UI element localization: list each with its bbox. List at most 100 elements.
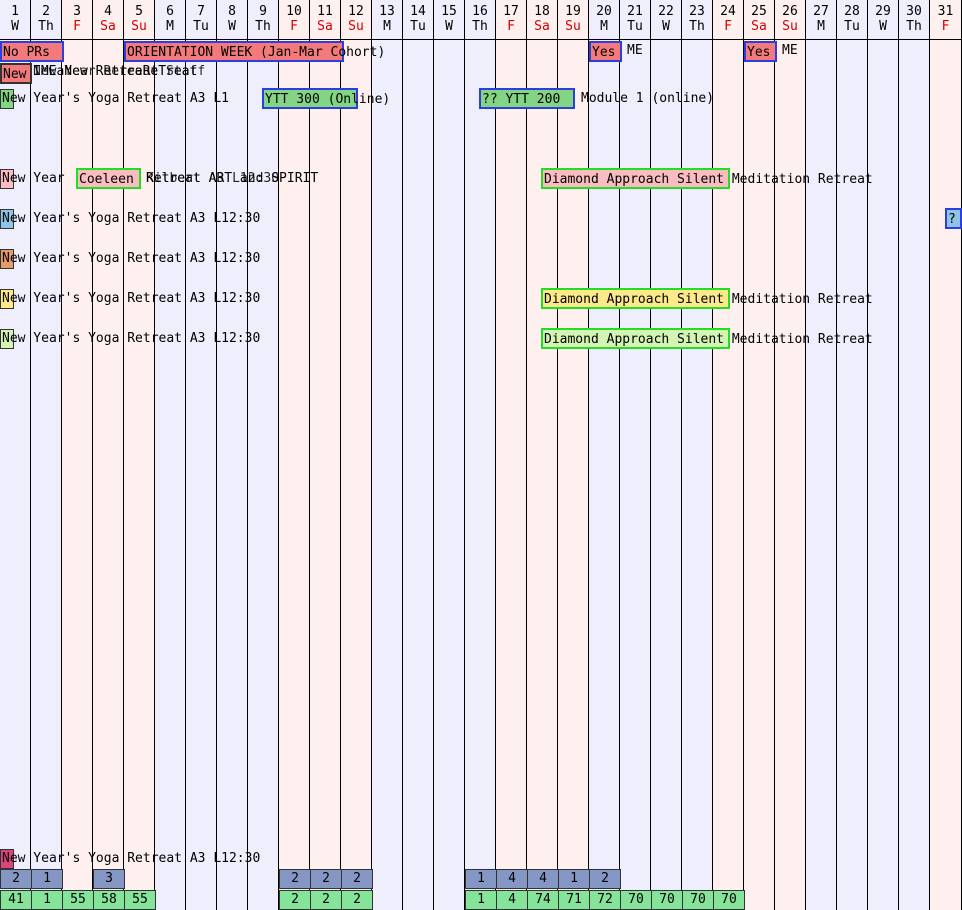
count-cell: 70	[651, 890, 683, 910]
count-cell: 2	[310, 869, 342, 889]
day-of-week: Sa	[100, 19, 116, 34]
day-column-10: 10 F	[279, 0, 310, 910]
event-diamond-row7[interactable]: Diamond Approach Silent Meditation Retre…	[541, 288, 873, 309]
day-header-22[interactable]: 22 W	[651, 0, 681, 40]
day-header-2[interactable]: 2 Th	[31, 0, 61, 40]
event-new-year-row4: New Year	[2, 171, 65, 186]
day-of-week: Sa	[751, 19, 767, 34]
day-column-8: 8W	[217, 0, 248, 910]
day-of-week: F	[941, 19, 950, 34]
event-yes-20[interactable]: Yes	[589, 41, 622, 62]
day-column-19: 19 Su	[558, 0, 589, 910]
event-no-prs[interactable]: No PRs	[0, 41, 64, 62]
day-header-9[interactable]: 9 Th	[248, 0, 278, 40]
event-orientation-week[interactable]: ORIENTATION WEEK (Jan-Mar Cohort)	[124, 41, 385, 62]
day-column-13: 13 M	[372, 0, 403, 910]
count-cell: 74	[527, 890, 559, 910]
event-yoga-row8: New Year's Yoga Retreat A3 L12:30	[2, 331, 261, 346]
day-column-24: 24 F	[713, 0, 744, 910]
day-header-27[interactable]: 27 M	[806, 0, 836, 40]
day-column-29: 29 W	[868, 0, 899, 910]
day-column-12: 12 Su	[341, 0, 372, 910]
event-orientation-week-label: ORIENTATION WEEK (Jan-Mar Cohort)	[127, 45, 386, 60]
day-header-3[interactable]: 3F	[62, 0, 92, 40]
event-ytt200[interactable]: ?? YTT 200	[479, 88, 575, 109]
day-number: 27	[813, 4, 829, 19]
day-of-week: M	[166, 19, 174, 34]
day-of-week: M	[817, 19, 825, 34]
day-of-week: Su	[782, 19, 798, 34]
count-cell: 72	[589, 890, 621, 910]
event-question[interactable]: ?	[945, 208, 962, 229]
day-column-9: 9 Th	[248, 0, 279, 910]
day-header-12[interactable]: 12 Su	[341, 0, 371, 40]
day-header-29[interactable]: 29 W	[868, 0, 898, 40]
day-number: 31	[937, 4, 954, 19]
day-number: 4	[104, 4, 112, 19]
day-header-21[interactable]: 21 Tu	[620, 0, 650, 40]
event-yes-25[interactable]: Yes	[744, 41, 777, 62]
day-number: 12	[348, 4, 364, 19]
count-cell: 58	[93, 890, 125, 910]
count-cell: 3	[93, 869, 125, 889]
day-header-23[interactable]: 23 Th	[682, 0, 712, 40]
day-header-7[interactable]: 7 Tu	[186, 0, 216, 40]
day-number: 3	[73, 4, 81, 19]
day-column-1: 1W	[0, 0, 31, 910]
day-header-14[interactable]: 14 Tu	[403, 0, 433, 40]
day-number: 17	[503, 4, 519, 19]
day-header-17[interactable]: 17 F	[496, 0, 526, 40]
day-of-week: M	[383, 19, 391, 34]
day-header-31[interactable]: 31 F	[930, 0, 961, 40]
day-number: 13	[379, 4, 395, 19]
day-header-4[interactable]: 4 Sa	[93, 0, 123, 40]
event-yoga-row9: New Year's Yoga Retreat A3 L12:30	[2, 851, 261, 866]
day-header-25[interactable]: 25 Sa	[744, 0, 774, 40]
day-header-16[interactable]: 16 Th	[465, 0, 495, 40]
day-number: 24	[720, 4, 736, 19]
day-number: 5	[135, 4, 143, 19]
event-yoga-row6: New Year's Yoga Retreat A3 L12:30	[2, 251, 261, 266]
day-header-6[interactable]: 6M	[155, 0, 185, 40]
day-header-24[interactable]: 24 F	[713, 0, 743, 40]
day-number: 15	[441, 4, 457, 19]
day-header-18[interactable]: 18 Sa	[527, 0, 557, 40]
day-header-28[interactable]: 28 Tu	[837, 0, 867, 40]
count-cell: 1	[558, 869, 590, 889]
event-diamond-row4[interactable]: Diamond Approach Silent Meditation Retre…	[541, 168, 873, 189]
count-cell: 2	[0, 869, 32, 889]
day-column-27: 27 M	[806, 0, 837, 910]
event-new-row2[interactable]: New	[0, 63, 32, 84]
day-header-5[interactable]: 5 Su	[124, 0, 154, 40]
day-header-13[interactable]: 13 M	[372, 0, 402, 40]
event-coeleen-overlap-b: Kilbert A3 L12:30	[146, 171, 280, 186]
event-diamond-row8[interactable]: Diamond Approach Silent Meditation Retre…	[541, 328, 873, 349]
day-number: 14	[410, 4, 426, 19]
day-header-11[interactable]: 11 Sa	[310, 0, 340, 40]
event-module1: Module 1 (online)	[581, 91, 715, 106]
day-number: 25	[751, 4, 767, 19]
day-header-8[interactable]: 8W	[217, 0, 247, 40]
event-ytt300[interactable]: YTT 300 (Online)	[262, 88, 390, 109]
day-of-week: Th	[689, 19, 705, 34]
day-header-20[interactable]: 20 M	[589, 0, 619, 40]
day-of-week: Th	[255, 19, 271, 34]
day-header-15[interactable]: 15 W	[434, 0, 464, 40]
count-cell: 4	[527, 869, 559, 889]
count-cell: 70	[620, 890, 652, 910]
event-coeleen[interactable]: Coeleen	[76, 168, 141, 189]
day-header-26[interactable]: 26 Su	[775, 0, 805, 40]
day-header-30[interactable]: 30 Th	[899, 0, 929, 40]
day-header-10[interactable]: 10 F	[279, 0, 309, 40]
day-of-week: W	[879, 19, 887, 34]
count-cell: 1	[465, 869, 497, 889]
count-cell: 71	[558, 890, 590, 910]
count-cell: 2	[341, 869, 373, 889]
day-of-week: Su	[565, 19, 581, 34]
day-of-week: Th	[906, 19, 922, 34]
day-number: 23	[689, 4, 705, 19]
day-header-1[interactable]: 1W	[0, 0, 30, 40]
day-header-19[interactable]: 19 Su	[558, 0, 588, 40]
day-of-week: Tu	[844, 19, 860, 34]
day-of-week: Sa	[317, 19, 333, 34]
